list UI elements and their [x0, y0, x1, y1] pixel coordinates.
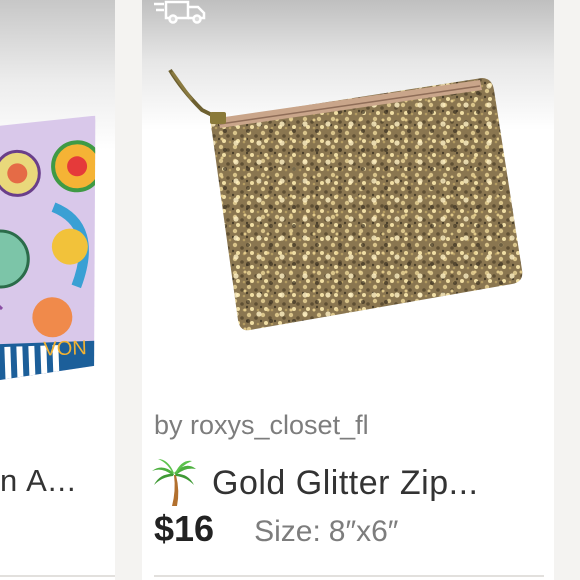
price-size-row: $16 Size: 8″x6″ — [154, 508, 398, 558]
listing-image[interactable] — [142, 0, 554, 392]
size-value: 8″x6″ — [328, 515, 399, 548]
card-divider — [0, 575, 115, 577]
svg-text:VON: VON — [43, 337, 87, 360]
patterned-pouch-image: VON — [0, 115, 105, 386]
truck-icon — [154, 0, 206, 24]
listing-title[interactable]: Gold Glitter Zip... — [212, 464, 478, 503]
listing-card[interactable]: by roxys_closet_fl Gold Glitter Zip... $… — [142, 0, 554, 580]
palm-tree-icon — [152, 459, 196, 506]
listing-title-row[interactable]: Gold Glitter Zip... — [152, 458, 478, 508]
listing-title-left[interactable]: n A... — [0, 463, 77, 499]
size-label: Size: — [254, 515, 321, 548]
gold-glitter-pouch-image — [168, 68, 523, 331]
listing-card-left[interactable]: VON n A... — [0, 0, 115, 580]
listing-image-left[interactable]: VON — [0, 0, 115, 392]
price: $16 — [154, 508, 215, 549]
card-divider — [154, 575, 544, 577]
seller-name[interactable]: by roxys_closet_fl — [154, 410, 369, 441]
